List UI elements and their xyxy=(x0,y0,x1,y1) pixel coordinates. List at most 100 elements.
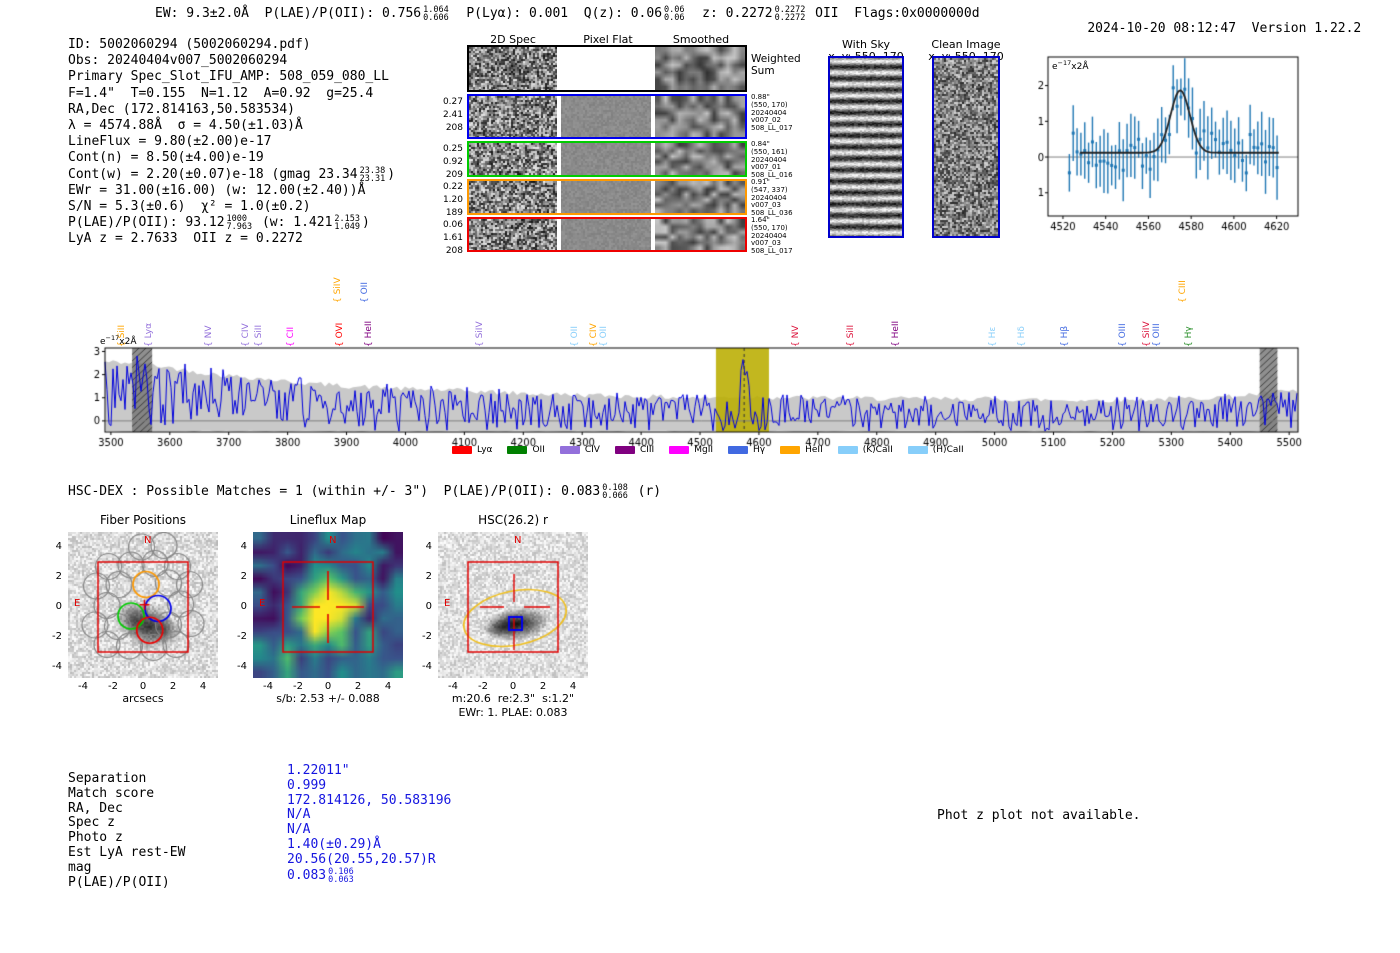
pixelflat-strip xyxy=(561,219,651,250)
match-table-labels: Separation Match score RA, Dec Spec z Photo … xyxy=(68,771,185,890)
spec2d-stat: 0.22 xyxy=(442,182,463,192)
info-line-text: S/N = 5.3(±0.6) χ² = 1.0(±0.2) xyxy=(68,199,311,215)
spec2d-row-meta: 0.88" (550, 170) 20240404 v007_02 508_LL_017 xyxy=(751,93,813,133)
info-line-text: ) xyxy=(362,215,370,231)
legend-swatch xyxy=(780,446,801,454)
header-text: z: 0.2272 xyxy=(686,6,773,21)
cutout-ytick-label: -2 xyxy=(237,631,247,642)
cutout-ytick-label: 2 xyxy=(55,571,62,582)
legend-label: Lyα xyxy=(477,445,493,455)
spec2d-stat: 0.25 xyxy=(442,144,463,154)
smoothed-strip xyxy=(655,47,745,90)
legend-label: CIII xyxy=(639,445,655,455)
match-table-label: Spec z xyxy=(68,815,115,831)
legend-swatch xyxy=(728,446,749,454)
legend-swatch xyxy=(452,446,472,454)
match-value-text: 20.56(20.55,20.57)R xyxy=(287,851,436,867)
cutout-ytick-label: -2 xyxy=(422,631,432,642)
info-line-text: (w: 1.421 xyxy=(254,215,333,231)
pixelflat-strip xyxy=(561,47,651,90)
spec2d-row-stats: 0.27 2.41 208 xyxy=(437,96,463,135)
emission-line-marker: { OII xyxy=(360,282,371,303)
detection-info-block: ID: 5002060294 (5002060294.pdf) Obs: 2024… xyxy=(68,37,428,248)
pixelflat-strip xyxy=(561,143,651,175)
detection-info-line: RA,Dec (172.814163,50.583534) xyxy=(68,102,428,118)
match-table-value: 1.40(±0.29)Å xyxy=(287,836,451,853)
legend-item: MgII xyxy=(669,445,713,455)
report-timestamp: 2024-10-20 08:12:47 Version 1.22.2 xyxy=(1056,6,1361,51)
cutout-xtick-label: 0 xyxy=(324,681,332,692)
spec2d-row-meta: 0.91" (547, 337) 20240404 v007_03 508_LL_036 xyxy=(751,178,813,218)
info-line-supsub: 23.38 23.31 xyxy=(359,166,386,184)
smoothed-strip xyxy=(655,143,745,175)
emission-line-marker: { SiIV xyxy=(332,277,343,303)
cutout-ytick-label: 4 xyxy=(55,541,62,552)
header-supsub: 0.2272 0.2272 xyxy=(775,6,806,23)
legend-item: CIII xyxy=(614,445,655,455)
match-table-values: 1.22011" 0.999 172.814126, 50.583196 N/A N/A… xyxy=(287,763,451,884)
smoothed-strip xyxy=(655,96,745,137)
spec2d-meta-line: 508_LL_017 xyxy=(751,124,793,133)
legend-label: OII xyxy=(532,445,545,455)
cutout-xtick-label: 2 xyxy=(354,681,362,692)
info-line-sub: 1.049 xyxy=(334,222,361,233)
cutout-ytick-label: 0 xyxy=(425,601,432,612)
spec2d-row xyxy=(467,179,747,215)
clean-image-canvas xyxy=(932,56,1000,238)
info-line-text: Cont(n) = 8.50(±4.00)e-19 xyxy=(68,150,264,166)
cutout-ytick-label: 2 xyxy=(240,571,247,582)
info-line-text: ) xyxy=(387,166,396,182)
lineflux-map-title: Lineflux Map xyxy=(289,513,367,527)
compass-north-label: N xyxy=(329,535,337,546)
info-line-sub: 7.963 xyxy=(226,222,253,233)
spec2d-row xyxy=(467,141,747,177)
header-sub: 0.06 xyxy=(664,13,685,23)
match-value-text: 1.40(±0.29)Å xyxy=(287,836,381,852)
legend-swatch xyxy=(837,446,858,454)
detection-info-line: Primary Spec_Slot_IFU_AMP: 508_059_080_L… xyxy=(68,69,428,85)
legend-label: (H)CaII xyxy=(932,445,964,455)
spec2d-stat: 1.61 xyxy=(442,233,463,243)
detection-info-line: F=1.4" T=0.155 N=1.12 A=0.92 g=25.4 xyxy=(68,86,428,102)
header-supsub: 0.06 0.06 xyxy=(664,6,685,23)
fiber-positions-canvas xyxy=(68,532,218,678)
with-sky-canvas xyxy=(828,56,904,238)
match-table-label: mag xyxy=(68,859,92,875)
cutout-xtick-label: -2 xyxy=(108,681,118,692)
pixelflat-strip xyxy=(561,181,651,213)
info-line-sub: 23.31 xyxy=(359,173,386,184)
info-line-text: LineFlux = 9.80(±2.00)e-17 xyxy=(68,134,272,150)
match-table-value: N/A xyxy=(287,807,451,823)
cutout-xtick-label: 4 xyxy=(199,681,207,692)
info-line-text: Obs: 20240404v007_5002060294 xyxy=(68,53,288,69)
legend-item: OII xyxy=(507,445,545,455)
info-line-text: F=1.4" T=0.155 N=1.12 A=0.92 g=25.4 xyxy=(68,85,374,101)
spec2d-stat: 1.20 xyxy=(442,195,463,205)
spec2d-meta-line: Sum xyxy=(751,65,775,77)
match-value-text: 1.22011" xyxy=(287,763,350,778)
match-table-value: N/A xyxy=(287,822,451,838)
hsc-caption-2: EWr: 1. PLAE: 0.083 xyxy=(458,706,568,719)
lineflux-caption: s/b: 2.53 +/- 0.088 xyxy=(276,692,380,705)
legend-swatch xyxy=(669,446,690,454)
header-text: OII Flags:0x0000000d xyxy=(807,6,980,21)
inset-unit-label: e−17x2Å xyxy=(1052,59,1089,72)
info-line-supsub: 1000 7.963 xyxy=(226,215,253,233)
spec2d-strip xyxy=(469,47,557,90)
cutout-xtick-label: -2 xyxy=(478,681,488,692)
info-line-supsub: 2.153 1.049 xyxy=(334,215,361,233)
detection-info-line: Cont(w) = 2.20(±0.07)e-18 (gmag 23.34 23.… xyxy=(68,166,428,184)
cutout-ytick-label: 4 xyxy=(425,541,432,552)
match-value-supsub: 0.106 0.063 xyxy=(328,867,354,884)
cutout-xtick-label: 2 xyxy=(169,681,177,692)
compass-north-label: N xyxy=(514,535,522,546)
emission-line-marker: { CIII xyxy=(1178,280,1189,303)
main-spectrum-canvas xyxy=(85,340,1320,458)
smoothed-strip xyxy=(655,219,745,250)
hscdex-match-header: HSC-DEX : Possible Matches = 1 (within +… xyxy=(68,484,661,501)
legend-label: (K)CaII xyxy=(862,445,893,455)
legend-label: CIV xyxy=(584,445,600,455)
fiber-positions-title: Fiber Positions xyxy=(99,513,187,527)
cutout-ytick-label: -4 xyxy=(52,661,62,672)
inset-fit-canvas xyxy=(1038,48,1310,238)
